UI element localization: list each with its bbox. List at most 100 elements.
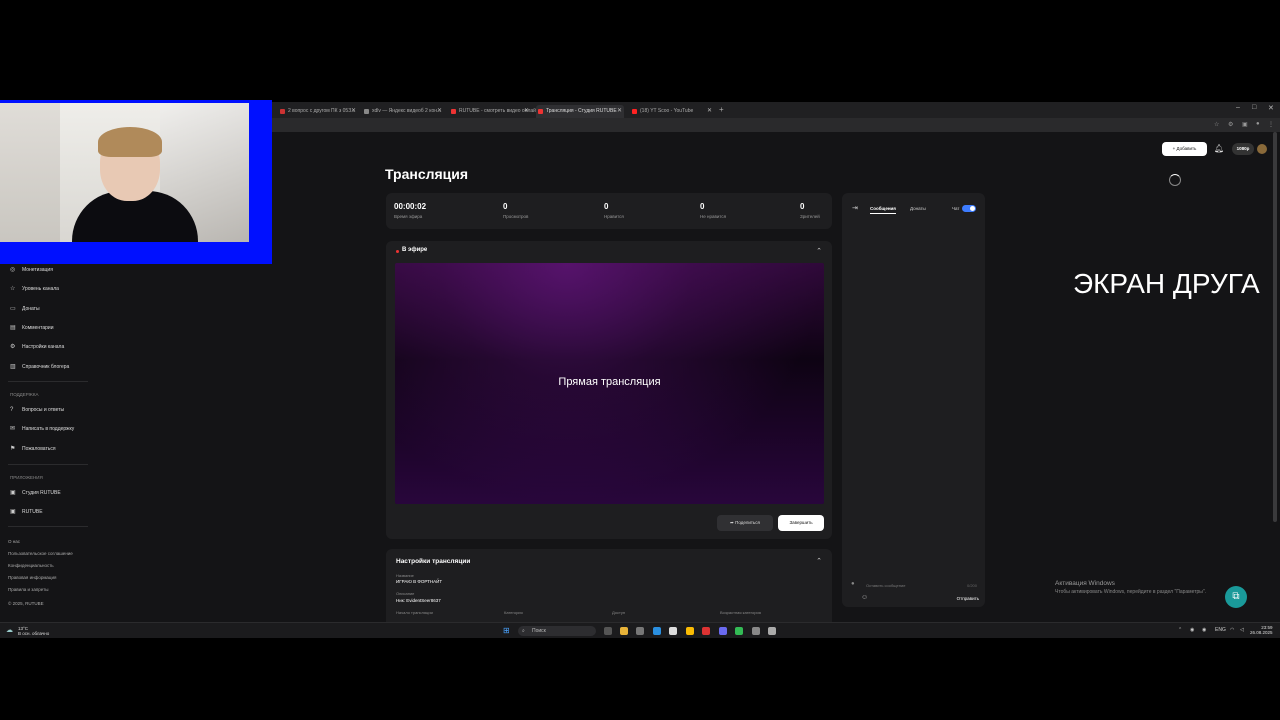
stat-likes: 0 Нравится (604, 202, 624, 219)
extension-icon[interactable]: ▣ (1242, 121, 1248, 128)
windows-activation-subtitle: Чтобы активировать Windows, перейдите в … (1055, 589, 1207, 595)
sidebar-item-blogger-guide[interactable]: ▥ Справочник блогера (10, 362, 69, 372)
browser-tab[interactable]: xdlv — Яндекс видеоб 2 кон... ✕ (362, 105, 444, 118)
finish-button[interactable]: Завершить (778, 515, 824, 531)
share-button[interactable]: ➦ Поделиться (717, 515, 773, 531)
close-window-icon[interactable]: ✕ (1268, 104, 1274, 112)
stat-airtime: 00:00:02 Время эфира (394, 202, 427, 219)
app-icon[interactable] (735, 627, 743, 635)
webcam-overlay (0, 103, 249, 242)
app-icon[interactable] (636, 627, 644, 635)
close-icon[interactable]: ✕ (437, 105, 442, 118)
close-icon[interactable]: ✕ (707, 105, 712, 118)
comment-icon: ▤ (10, 325, 16, 331)
close-icon[interactable]: ✕ (351, 105, 356, 118)
coin-icon: ◎ (10, 267, 16, 273)
page-scrollbar[interactable] (1273, 132, 1277, 522)
edge-icon[interactable] (653, 627, 661, 635)
footer-copyright: © 2025, RUTUBE (8, 601, 44, 606)
tray-chevron-icon[interactable]: ⌃ (1178, 627, 1182, 633)
page-title: Трансляция (385, 166, 469, 182)
rutube-icon: ▣ (10, 509, 16, 515)
stats-panel: 00:00:02 Время эфира 0 Просмотров 0 Нравитс… (386, 193, 832, 229)
footer-link-about[interactable]: О нас (8, 539, 20, 544)
chat-char-counter: 0/200 (966, 583, 977, 588)
maximize-icon[interactable]: □ (1252, 104, 1256, 111)
stream-description-value: Ник: EvidentSeer8637 (396, 598, 441, 603)
new-tab-button[interactable]: + (719, 105, 724, 114)
chat-toggle[interactable] (962, 205, 976, 212)
start-icon[interactable]: ⊞ (503, 626, 510, 635)
video-preview[interactable]: Прямая трансляция (395, 263, 824, 504)
taskbar-search[interactable]: ⌕ Поиск (518, 626, 596, 636)
tray-app-icon[interactable]: ◉ (1190, 627, 1194, 633)
send-button[interactable]: Отправить (957, 596, 979, 601)
live-panel: В эфире ⌃ Прямая трансляция ➦ Поделиться… (386, 241, 832, 539)
support-chat-icon[interactable]: ⧉ (1225, 586, 1247, 608)
sidebar-item-monetization[interactable]: ◎ Монетизация (10, 265, 53, 275)
wallet-icon: ▭ (10, 306, 16, 312)
sidebar-item-channel-settings[interactable]: ⚙ Настройки канала (10, 342, 64, 352)
collapse-chat-icon[interactable]: ⇥ (852, 204, 858, 212)
language-indicator[interactable]: ENG (1215, 627, 1226, 633)
wifi-icon[interactable]: ◠ (1230, 627, 1234, 633)
sidebar-item-contact-support[interactable]: ✉ Написать в поддержку (10, 424, 74, 434)
profile-icon[interactable]: ● (1256, 121, 1260, 127)
explorer-icon[interactable] (620, 627, 628, 635)
taskbar-clock[interactable]: 23:59 26.08.2025 (1250, 625, 1273, 635)
tab-messages[interactable]: Сообщения (870, 206, 896, 214)
add-button[interactable]: + Добавить (1162, 142, 1207, 156)
browser-tab[interactable]: (18) YT Scoo - YouTube ✕ (630, 105, 714, 118)
stat-dislikes: 0 Не нравится (700, 202, 727, 219)
mail-icon: ✉ (10, 426, 16, 432)
tab-donations[interactable]: Донаты (910, 206, 926, 211)
avatar[interactable] (1257, 144, 1267, 154)
gear-icon: ⚙ (10, 344, 16, 350)
user-avatar-icon: ● (851, 581, 855, 587)
app-icon[interactable] (752, 627, 760, 635)
sidebar-item-rutube-studio[interactable]: ▣ Студия RUTUBE (10, 488, 61, 498)
sidebar-item-faq[interactable]: ? Вопросы и ответы (10, 405, 64, 415)
browser-tab-active[interactable]: Трансляция - Студия RUTUBE ✕ (536, 105, 624, 118)
footer-link-legal[interactable]: Правовая информация (8, 575, 56, 580)
browser-tab[interactable]: 2 вопрос с другом ПК з 05З... ✕ (278, 105, 358, 118)
settings-title: Настройки трансляции (396, 558, 471, 565)
sidebar-item-rutube[interactable]: ▣ RUTUBE (10, 507, 43, 517)
windows-taskbar: ☁ 13°C В осн. облачно ⊞ ⌕ Поиск ⌃ ◉ ◉ ENG … (0, 622, 1280, 638)
sidebar-item-channel-level[interactable]: ☆ Уровень канала (10, 284, 59, 294)
close-icon[interactable]: ✕ (617, 105, 622, 118)
footer-link-privacy[interactable]: Конфиденциальность (8, 563, 54, 568)
weather-widget[interactable]: 13°C В осн. облачно (18, 626, 49, 636)
chat-input[interactable]: Оставить сообщение (866, 583, 905, 588)
discord-icon[interactable] (719, 627, 727, 635)
question-icon: ? (10, 407, 14, 413)
task-view-icon[interactable] (604, 627, 612, 635)
tray-app-icon[interactable]: ◉ (1202, 627, 1206, 633)
menu-icon[interactable]: ⋮ (1268, 121, 1274, 128)
sidebar-item-comments[interactable]: ▤ Комментарии (10, 323, 54, 333)
bell-icon[interactable]: 🔔︎ (1214, 144, 1224, 153)
app-icon[interactable] (768, 627, 776, 635)
browser-tab[interactable]: RUTUBE - смотреть видео онлай... ✕ (449, 105, 540, 118)
live-indicator (396, 250, 399, 253)
chrome-icon[interactable] (686, 627, 694, 635)
close-icon[interactable]: ✕ (524, 105, 529, 118)
collapse-chevron-icon[interactable]: ⌃ (816, 247, 822, 255)
loading-spinner-icon (1169, 174, 1181, 186)
sidebar-item-report[interactable]: ⚑ Пожаловаться (10, 444, 56, 454)
volume-icon[interactable]: ◁ (1240, 627, 1244, 633)
flag-icon: ⚑ (10, 446, 16, 452)
footer-link-rules[interactable]: Правила и запреты (8, 587, 48, 592)
sidebar-divider (8, 381, 88, 382)
extension-icon[interactable]: ⚙ (1228, 121, 1233, 128)
obs-icon[interactable] (702, 627, 710, 635)
footer-link-terms[interactable]: Пользовательское соглашение (8, 551, 73, 556)
collapse-chevron-icon[interactable]: ⌃ (816, 557, 822, 565)
quality-badge[interactable]: 1080p (1232, 143, 1254, 155)
extension-icon[interactable]: ☆ (1214, 121, 1219, 128)
sidebar-item-donations[interactable]: ▭ Донаты (10, 304, 40, 314)
minimize-icon[interactable]: – (1236, 104, 1240, 111)
app-icon[interactable] (669, 627, 677, 635)
emoji-icon[interactable]: ☺ (861, 594, 868, 601)
weather-icon[interactable]: ☁ (6, 626, 13, 634)
